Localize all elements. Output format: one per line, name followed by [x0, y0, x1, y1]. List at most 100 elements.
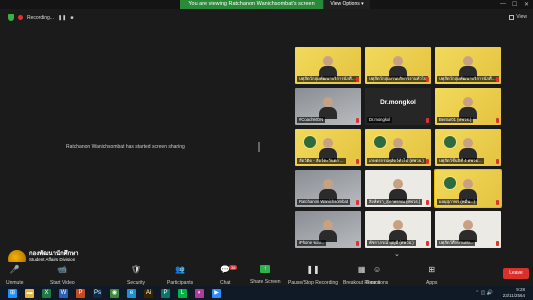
- powerpoint-icon[interactable]: P: [76, 288, 85, 298]
- publisher-icon[interactable]: P: [161, 288, 170, 298]
- participant-video: [319, 138, 337, 160]
- chat-button[interactable]: 💬 Chat 38: [220, 265, 238, 286]
- line-icon[interactable]: L: [178, 288, 187, 298]
- zoom-meeting-window: You are viewing Ratchanon Wanichsombat's…: [0, 0, 533, 300]
- gallery-next-page-icon[interactable]: ⌄: [394, 250, 400, 258]
- zoom-icon[interactable]: ▶: [212, 288, 221, 298]
- university-seal-icon: [303, 135, 317, 149]
- participant-video: [389, 138, 407, 160]
- stop-recording-button[interactable]: ■: [70, 15, 73, 21]
- participant-tile[interactable]: เกษตรกรปศุสัตว์ทั่วไป (ศพวธ.): [365, 129, 431, 166]
- participant-video: [459, 220, 477, 242]
- split-drag-handle[interactable]: [258, 142, 260, 152]
- participant-tile[interactable]: ผลผุสุภาพร (หมื่น...): [434, 169, 502, 208]
- participant-tile[interactable]: ปศุสัตว์กลุ่มพัฒนาบริการนักศึกษา: [435, 47, 501, 84]
- participant-name: พัชราภรณ์ บุญมี (ศพวธ.): [367, 240, 416, 246]
- participant-tile[interactable]: Bentur01 (ศพวธ.): [435, 88, 501, 125]
- participant-video: [459, 138, 477, 160]
- participant-video: [319, 97, 337, 119]
- chrome-icon[interactable]: ◉: [110, 288, 119, 298]
- app-icon[interactable]: ◐: [195, 288, 204, 298]
- excel-icon[interactable]: X: [42, 288, 51, 298]
- org-logo-line2: Student Affairs Division: [29, 256, 76, 262]
- participant-name: ปศุสัตว์ชั้นปีที่ 4 ศพวธ...: [437, 158, 484, 164]
- video-camera-icon: 📹: [57, 265, 68, 274]
- close-button[interactable]: ✕: [524, 1, 529, 8]
- apps-button[interactable]: ⊞ Apps: [426, 265, 437, 286]
- security-button[interactable]: 🛡 Security: [127, 265, 145, 286]
- mic-muted-icon: [356, 159, 359, 164]
- participant-video: [389, 56, 407, 78]
- word-icon[interactable]: W: [59, 288, 68, 298]
- edge-icon[interactable]: e: [127, 288, 136, 298]
- participant-video: [459, 179, 477, 201]
- participant-video: [389, 220, 407, 242]
- start-video-button[interactable]: 📹 Start Video: [50, 265, 75, 286]
- view-button[interactable]: View: [509, 14, 527, 20]
- mic-muted-icon: [496, 159, 499, 164]
- screen-share-message: Ratchanon Wanichsombat has started scree…: [66, 144, 185, 150]
- university-seal-icon: [443, 176, 457, 190]
- toolbar-label: Share Screen: [250, 279, 281, 285]
- recording-label: Recording...: [27, 14, 54, 21]
- participant-tile[interactable]: ปศุสัตว์ศึกษาแห่ง...: [435, 211, 501, 248]
- pause-icon: ❚❚: [306, 265, 320, 274]
- participant-name: สัตว์ติด - สัตว์ตะวันตก ...: [297, 158, 346, 164]
- unmute-button[interactable]: 🎤 Unmute: [6, 265, 24, 286]
- participant-name: ปศุสัตว์กลุ่มพัฒนาบริการนักศึกษา: [437, 76, 499, 82]
- share-screen-icon: ↑: [260, 265, 271, 273]
- microphone-muted-icon: 🎤: [9, 265, 20, 274]
- share-screen-button[interactable]: ↑ Share Screen: [250, 265, 281, 285]
- mic-muted-icon: [426, 241, 429, 246]
- participant-tile[interactable]: ปศุสัตว์กลุ่มงานบริหารงานทั่วไป: [365, 47, 431, 84]
- file-explorer-icon[interactable]: ▬: [25, 288, 34, 298]
- recording-dot-icon: [18, 15, 23, 20]
- participant-tile[interactable]: Dr.mongkol Dr.mongkol: [365, 88, 431, 125]
- participant-tile[interactable]: #CoachMON: [295, 88, 361, 125]
- clock-date: 23/11/2564: [502, 293, 525, 298]
- reactions-button[interactable]: ☺ Reactions: [366, 265, 388, 286]
- apps-icon: ⊞: [428, 265, 436, 274]
- taskbar-clock[interactable]: 9:28 23/11/2564: [503, 286, 525, 299]
- participant-tile[interactable]: ปศุสัตว์กลุ่มพัฒนาบริการนักศึกษา: [295, 47, 361, 84]
- leave-button[interactable]: Leave: [503, 268, 529, 279]
- participant-tile[interactable]: สัตว์ติด - สัตว์ตะวันตก ...: [295, 129, 361, 166]
- pause-stop-recording-button[interactable]: ❚❚ Pause/Stop Recording: [288, 265, 338, 286]
- illustrator-icon[interactable]: Ai: [144, 288, 153, 298]
- participant-name: ปศุสัตว์กลุ่มงานบริหารงานทั่วไป: [367, 76, 429, 82]
- participant-tile[interactable]: สิงห์ทรา_สุภาพรรณ (ศพวธ.): [365, 170, 431, 207]
- minimize-button[interactable]: —: [500, 1, 506, 7]
- view-options-button[interactable]: View Options ▾: [323, 0, 370, 9]
- participant-tile[interactable]: iPhone ของ...: [295, 211, 361, 248]
- participant-tile[interactable]: Ratchanon Wanichsombat: [295, 170, 361, 207]
- encryption-shield-icon[interactable]: [8, 14, 14, 21]
- mic-muted-icon: [496, 200, 499, 205]
- gallery-grid-icon: [509, 14, 515, 20]
- participant-tile[interactable]: ปศุสัตว์ชั้นปีที่ 4 ศพวธ...: [435, 129, 501, 166]
- participant-video: [389, 179, 407, 201]
- start-icon[interactable]: ⊞: [8, 288, 17, 298]
- university-seal-icon: [373, 135, 387, 149]
- participant-name: Bentur01 (ศพวธ.): [437, 117, 474, 123]
- participant-video: [459, 97, 477, 119]
- maximize-button[interactable]: ☐: [512, 1, 517, 8]
- participant-tile[interactable]: พัชราภรณ์ บุญมี (ศพวธ.): [365, 211, 431, 248]
- participant-name: ปศุสัตว์ศึกษาแห่ง...: [437, 240, 476, 246]
- participant-gallery: ปศุสัตว์กลุ่มพัฒนาบริการนักศึกษาปศุสัตว์…: [295, 47, 502, 250]
- participant-display-name: Dr.mongkol: [380, 99, 416, 106]
- mic-muted-icon: [426, 77, 429, 82]
- photoshop-icon[interactable]: Ps: [93, 288, 102, 298]
- participant-count: 12: [179, 267, 185, 272]
- participant-name: ปศุสัตว์กลุ่มพัฒนาบริการนักศึกษา: [297, 76, 359, 82]
- system-tray[interactable]: ⌃ ◫ 🔊: [475, 290, 493, 296]
- windows-taskbar: ⊞ ▬ X W P Ps ◉ e Ai P L ◐ ▶: [0, 286, 533, 300]
- mic-muted-icon: [496, 118, 499, 123]
- pause-recording-button[interactable]: ❚❚: [58, 15, 66, 21]
- university-seal-icon: [443, 135, 457, 149]
- mic-muted-icon: [496, 241, 499, 246]
- participant-video: [459, 56, 477, 78]
- breakout-rooms-icon: ▦: [357, 265, 366, 274]
- participant-video: [319, 220, 337, 242]
- participant-video: [319, 179, 337, 201]
- participants-button[interactable]: 👥 Participants 12: [167, 265, 193, 286]
